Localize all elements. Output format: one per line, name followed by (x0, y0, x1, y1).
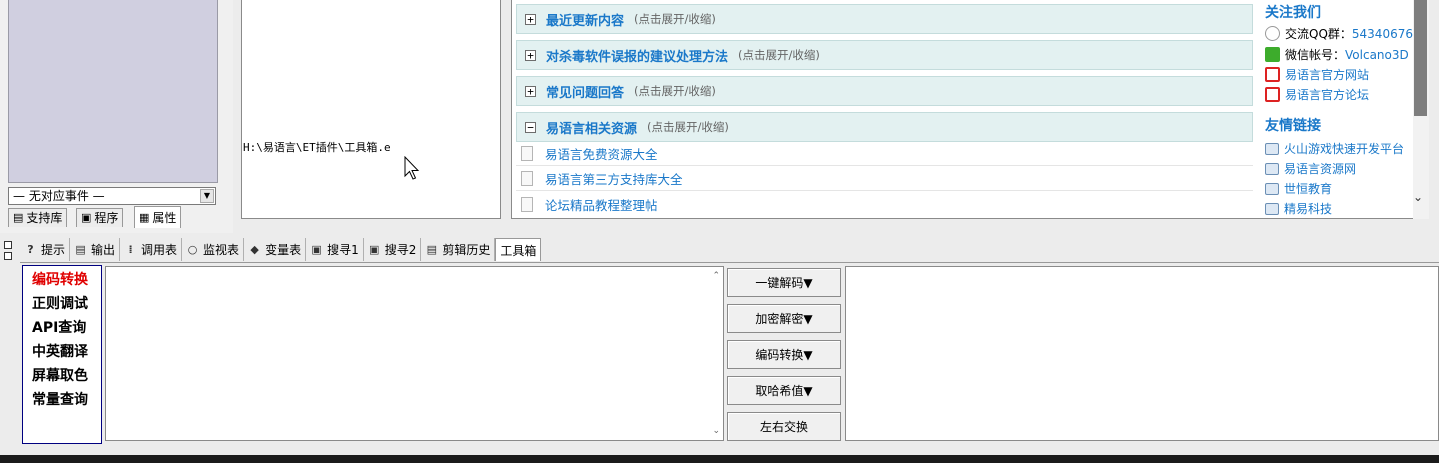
search1-icon: ▣ (311, 243, 322, 256)
link-icon (1265, 142, 1279, 155)
program-icon: ▣ (81, 211, 92, 224)
eyuyan-logo-icon (1265, 87, 1280, 102)
toolbox-list[interactable]: 编码转换 正则调试 API查询 中英翻译 屏幕取色 常量查询 (22, 265, 102, 444)
tool-item-encoding[interactable]: 编码转换 (32, 268, 101, 292)
section-hint: (点击展开/收缩) (634, 84, 716, 98)
close-icon[interactable] (4, 241, 12, 249)
side-panel: 关注我们 交流QQ群： 543406765 微信帐号： Volcano3D 易语言官… (1258, 0, 1421, 219)
section-recent-updates[interactable]: + 最近更新内容 (点击展开/收缩) (516, 4, 1253, 34)
scroll-down-icon[interactable]: ⌄ (1413, 190, 1423, 204)
list-item[interactable]: 易语言免费资源大全 (516, 142, 1253, 166)
tab-search1[interactable]: ▣ 搜寻1 (306, 238, 364, 261)
tab-support-library[interactable]: ▤ 支持库 (8, 208, 68, 227)
scroll-down-icon[interactable]: ⌄ (712, 426, 720, 436)
section-hint: (点击展开/收缩) (634, 12, 716, 26)
section-hint: (点击展开/收缩) (647, 120, 729, 134)
tool-item-api[interactable]: API查询 (32, 316, 101, 340)
follow-title: 关注我们 (1265, 5, 1321, 21)
tab-call-table[interactable]: ⁞ 调用表 (120, 238, 183, 261)
input-textarea[interactable]: ⌃ ⌄ (105, 266, 724, 441)
watch-icon: ○ (187, 243, 198, 256)
search2-icon: ▣ (369, 243, 380, 256)
eyuyan-logo-icon (1265, 67, 1280, 82)
tab-variables[interactable]: ◆ 变量表 (244, 238, 307, 261)
link-icon (1265, 162, 1279, 175)
editor-panel[interactable] (241, 0, 501, 219)
library-icon: ▤ (13, 211, 24, 224)
decode-button[interactable]: 一键解码▼ (727, 268, 841, 297)
hash-button[interactable]: 取哈希值▼ (727, 376, 841, 405)
encode-button[interactable]: 编码转换▼ (727, 340, 841, 369)
file-path: H:\易语言\ET插件\工具箱.e (243, 141, 391, 154)
list-item[interactable]: 易语言第三方支持库大全 (516, 167, 1253, 191)
qq-icon (1265, 26, 1280, 41)
tab-program[interactable]: ▣ 程序 (76, 208, 124, 227)
wechat-row: 微信帐号： Volcano3D (1265, 46, 1409, 63)
section-resources[interactable]: − 易语言相关资源 (点击展开/收缩) (516, 112, 1253, 142)
taskbar (0, 455, 1439, 463)
section-title: 易语言相关资源 (546, 121, 638, 137)
friend-link[interactable]: 易语言资源网 (1265, 160, 1356, 177)
expand-icon[interactable]: + (525, 85, 536, 97)
scrollbar-thumb[interactable] (1414, 0, 1427, 116)
event-combo-value: — 无对应事件 — (13, 189, 105, 203)
bottom-tab-bar: ? 提示 ▤ 输出 ⁞ 调用表 ○ 监视表 ◆ 变量表 ▣ 搜寻1 ▣ 搜寻2 ▤ 剪辑历史 工… (20, 238, 542, 261)
expand-icon[interactable]: + (525, 49, 536, 61)
link-icon (1265, 202, 1279, 215)
qq-row: 交流QQ群： 543406765 (1265, 25, 1421, 42)
restore-icon[interactable] (4, 252, 12, 260)
section-title: 对杀毒软件误报的建议处理方法 (546, 49, 729, 65)
section-title: 最近更新内容 (546, 13, 625, 29)
dock-controls (4, 241, 14, 263)
swap-button[interactable]: 左右交换 (727, 412, 841, 441)
tool-item-translate[interactable]: 中英翻译 (32, 340, 101, 364)
section-antivirus[interactable]: + 对杀毒软件误报的建议处理方法 (点击展开/收缩) (516, 40, 1253, 70)
tab-search2[interactable]: ▣ 搜寻2 (364, 238, 422, 261)
section-hint: (点击展开/收缩) (738, 48, 820, 62)
property-icon: ▦ (139, 210, 150, 224)
event-combo[interactable]: — 无对应事件 — ▼ (8, 187, 216, 205)
collapse-icon[interactable]: − (525, 121, 536, 133)
expand-icon[interactable]: + (525, 13, 536, 25)
tab-hint[interactable]: ? 提示 (20, 238, 71, 261)
tab-toolbox[interactable]: 工具箱 (495, 238, 542, 261)
section-title: 常见问题回答 (546, 85, 625, 101)
scroll-up-icon[interactable]: ⌃ (712, 271, 720, 281)
call-table-icon: ⁞ (128, 243, 133, 256)
links-title: 友情链接 (1265, 118, 1321, 134)
friend-link[interactable]: 世恒教育 (1265, 180, 1332, 197)
tab-output[interactable]: ▤ 输出 (70, 238, 121, 261)
tool-item-color-picker[interactable]: 屏幕取色 (32, 364, 101, 388)
tab-clip-history[interactable]: ▤ 剪辑历史 (421, 238, 496, 261)
hint-icon: ? (27, 243, 34, 256)
document-icon (521, 146, 533, 161)
section-faq[interactable]: + 常见问题回答 (点击展开/收缩) (516, 76, 1253, 106)
encrypt-button[interactable]: 加密解密▼ (727, 304, 841, 333)
property-list[interactable] (8, 0, 218, 183)
chevron-down-icon[interactable]: ▼ (200, 189, 214, 203)
forum-row[interactable]: 易语言官方论坛 (1265, 86, 1369, 103)
variable-icon: ◆ (250, 243, 259, 256)
output-textarea[interactable] (845, 266, 1439, 441)
output-icon: ▤ (75, 243, 86, 256)
tool-item-constants[interactable]: 常量查询 (32, 388, 101, 412)
wechat-icon (1265, 47, 1280, 62)
document-icon (521, 196, 533, 212)
mouse-cursor-icon (404, 156, 420, 180)
friend-link[interactable]: 精易科技 (1265, 200, 1332, 217)
link-icon (1265, 182, 1279, 195)
friend-link[interactable]: 火山游戏快速开发平台 (1265, 140, 1404, 157)
tab-property[interactable]: ▦ 属性 (134, 206, 182, 228)
tab-watch[interactable]: ○ 监视表 (182, 238, 245, 261)
document-icon (521, 171, 533, 186)
site-row[interactable]: 易语言官方网站 (1265, 66, 1369, 83)
clip-history-icon: ▤ (426, 243, 438, 256)
tool-item-regex[interactable]: 正则调试 (32, 292, 101, 316)
list-item[interactable]: 论坛精品教程整理帖 (516, 192, 1253, 216)
